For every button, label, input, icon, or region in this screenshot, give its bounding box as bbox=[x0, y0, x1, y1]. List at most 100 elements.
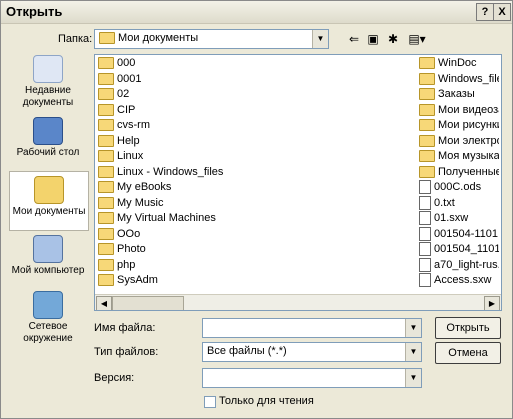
folder-item[interactable]: Linux - Windows_files bbox=[98, 165, 288, 180]
file-item[interactable]: 000C.ods bbox=[419, 180, 499, 195]
folder-item[interactable]: Полученные ф bbox=[419, 165, 499, 180]
folder-item[interactable]: My Virtual Machines bbox=[98, 211, 288, 226]
horizontal-scrollbar[interactable]: ◀ ▶ bbox=[95, 294, 501, 310]
close-button[interactable]: X bbox=[493, 3, 511, 21]
folder-item[interactable]: Мои рисунки bbox=[419, 118, 499, 133]
item-label: Заказы bbox=[438, 88, 475, 100]
place-label: Рабочий стол bbox=[16, 147, 80, 158]
filetype-dropdown[interactable]: Все файлы (*.*) ▼ bbox=[202, 342, 422, 362]
up-folder-icon[interactable]: ▣ bbox=[365, 31, 381, 47]
file-item[interactable]: 01.sxw bbox=[419, 211, 499, 226]
item-label: OOo bbox=[117, 227, 141, 240]
filename-input[interactable]: ▼ bbox=[202, 318, 422, 338]
my-documents-icon bbox=[34, 176, 64, 204]
version-dropdown[interactable]: ▼ bbox=[202, 368, 422, 388]
folder-item[interactable]: SysAdm bbox=[98, 273, 288, 288]
folder-item[interactable]: CIP bbox=[98, 103, 288, 118]
new-folder-icon[interactable]: ✱ bbox=[385, 31, 401, 47]
folder-icon bbox=[98, 243, 114, 256]
place-my-computer[interactable]: Мой компьютер bbox=[9, 231, 87, 287]
recent-documents-icon bbox=[33, 55, 63, 83]
item-label: Linux - Windows_files bbox=[117, 165, 224, 178]
view-menu-icon[interactable]: ▤▾ bbox=[405, 31, 429, 47]
lookin-value: Мои документы bbox=[118, 32, 199, 44]
folder-icon bbox=[98, 72, 114, 85]
folder-icon bbox=[419, 88, 435, 101]
folder-item[interactable]: Заказы bbox=[419, 87, 499, 102]
folder-item[interactable]: WinDoc bbox=[419, 56, 499, 71]
folder-icon bbox=[98, 274, 114, 287]
place-network[interactable]: Сетевое окружение bbox=[9, 287, 87, 349]
folder-icon bbox=[98, 150, 114, 163]
folder-item[interactable]: cvs-rm bbox=[98, 118, 288, 133]
item-label: 000 bbox=[117, 57, 136, 69]
file-item[interactable]: a70_light-rus.p bbox=[419, 257, 499, 273]
place-label: Сетевое окружение bbox=[23, 321, 73, 344]
folder-icon bbox=[98, 88, 114, 101]
open-button[interactable]: Открыть bbox=[435, 317, 501, 339]
item-label: SysAdm bbox=[117, 274, 158, 286]
item-label: Windows_files bbox=[438, 72, 499, 85]
folder-icon bbox=[98, 57, 114, 70]
scroll-thumb[interactable] bbox=[112, 296, 184, 310]
file-icon bbox=[419, 242, 431, 257]
version-label: Версия: bbox=[94, 372, 135, 384]
folder-icon bbox=[98, 258, 114, 271]
file-item[interactable]: 001504_1101.p bbox=[419, 242, 499, 257]
folder-icon bbox=[98, 227, 114, 240]
folder-item[interactable]: 000 bbox=[98, 56, 288, 71]
file-item[interactable]: 0.txt bbox=[419, 195, 499, 211]
folder-icon bbox=[98, 103, 114, 116]
folder-item[interactable]: Мои электронные bbox=[419, 134, 499, 149]
folder-icon bbox=[419, 119, 435, 132]
place-desktop[interactable]: Рабочий стол bbox=[9, 113, 87, 169]
place-label: Мой компьютер bbox=[11, 265, 85, 276]
file-item[interactable]: Access.sxw bbox=[419, 273, 499, 288]
folder-item[interactable]: php bbox=[98, 258, 288, 273]
place-label: Мои документы bbox=[12, 206, 86, 217]
file-list[interactable]: ◀ ▶ 000 0001 02 CIP cvs-rm Help Linux Linux - W… bbox=[94, 54, 502, 311]
folder-item[interactable]: Help bbox=[98, 134, 288, 149]
folder-icon bbox=[419, 72, 435, 85]
chevron-down-icon: ▼ bbox=[405, 319, 421, 337]
folder-item[interactable]: My eBooks bbox=[98, 180, 288, 195]
file-icon bbox=[419, 226, 431, 241]
folder-icon bbox=[98, 119, 114, 132]
folder-item[interactable]: Windows_files bbox=[419, 72, 499, 87]
help-button[interactable]: ? bbox=[476, 3, 494, 21]
item-label: Моя музыка bbox=[438, 150, 499, 162]
network-icon bbox=[33, 291, 63, 319]
item-label: WinDoc bbox=[438, 57, 477, 69]
chevron-down-icon: ▼ bbox=[312, 30, 328, 48]
folder-item[interactable]: 0001 bbox=[98, 72, 288, 87]
item-label: Help bbox=[117, 134, 140, 147]
item-label: Access.sxw bbox=[434, 274, 492, 286]
folder-item[interactable]: 02 bbox=[98, 87, 288, 102]
folder-icon bbox=[98, 212, 114, 225]
readonly-checkbox[interactable] bbox=[204, 396, 216, 408]
folder-icon bbox=[419, 150, 435, 163]
folder-item[interactable]: OOo bbox=[98, 227, 288, 242]
folder-icon bbox=[419, 134, 435, 147]
folder-item[interactable]: My Music bbox=[98, 196, 288, 211]
folder-icon bbox=[98, 196, 114, 209]
item-label: 02 bbox=[117, 88, 130, 100]
item-label: CIP bbox=[117, 103, 136, 116]
file-icon bbox=[419, 273, 431, 288]
lookin-dropdown[interactable]: Мои документы ▼ bbox=[94, 29, 329, 49]
folder-item[interactable]: Photo bbox=[98, 242, 288, 257]
place-recent[interactable]: Недавние документы bbox=[9, 51, 87, 113]
item-label: 0001 bbox=[117, 72, 142, 85]
folder-item[interactable]: Моя музыка bbox=[419, 149, 499, 164]
place-my-documents[interactable]: Мои документы bbox=[9, 171, 89, 231]
file-item[interactable]: 001504-1101.0 bbox=[419, 226, 499, 242]
scroll-right-icon[interactable]: ▶ bbox=[484, 296, 500, 310]
folder-item[interactable]: Мои видеозаписи bbox=[419, 103, 499, 118]
back-icon[interactable]: ⇐ bbox=[346, 31, 362, 47]
folder-item[interactable]: Linux bbox=[98, 149, 288, 164]
chevron-down-icon: ▼ bbox=[405, 369, 421, 387]
dialog-title: Открыть bbox=[6, 4, 63, 19]
item-label: cvs-rm bbox=[117, 119, 150, 131]
scroll-left-icon[interactable]: ◀ bbox=[96, 296, 112, 310]
cancel-button[interactable]: Отмена bbox=[435, 342, 501, 364]
